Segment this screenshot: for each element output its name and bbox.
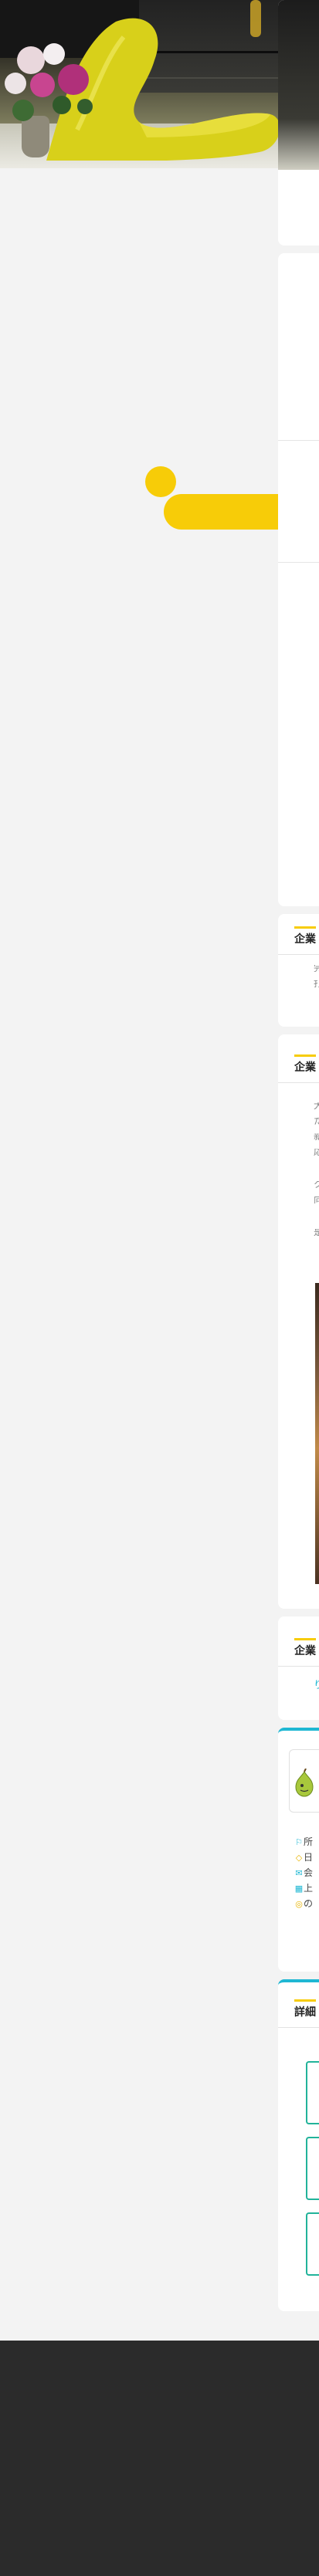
info-row-text: の (304, 1898, 314, 1909)
section-2-text-line: ク (314, 1181, 319, 1188)
section-1-title: 企業 (294, 933, 316, 946)
main-card-divider-1 (278, 440, 319, 441)
section-2-text-line: 新 (314, 1133, 319, 1140)
detail-item-box[interactable] (306, 2137, 319, 2200)
company-info-card: ⚐所 ◇ 日 ✉会 ▦上 ◎の (278, 1728, 319, 1972)
main-card-divider-2 (278, 562, 319, 563)
detail-item-box[interactable] (306, 2061, 319, 2124)
section-accent-bar (294, 1054, 316, 1057)
section-3-link[interactable]: り (314, 1677, 319, 1689)
decorative-yellow-dot (145, 466, 176, 497)
info-row-company: ✉会 (294, 1867, 319, 1879)
section-header-line (278, 2027, 319, 2028)
section-header-line (278, 1082, 319, 1083)
section-1-header: 企業 (278, 926, 319, 955)
company-section-3: 企業 り (278, 1616, 319, 1720)
info-row-listing: ▦上 (294, 1882, 319, 1894)
company-section-1: 企業 完 打 (278, 914, 319, 1027)
footer (0, 2341, 319, 2576)
mail-icon: ✉ (295, 1868, 303, 1878)
company-section-2: 企業 大 た 新 応 ク 向 是 (278, 1034, 319, 1609)
section-1-text-line: 打 (314, 980, 319, 987)
section-2-header: 企業 (278, 1054, 319, 1083)
info-row-location: ⚐所 (294, 1836, 319, 1848)
section-2-text-line: 是 (314, 1229, 319, 1236)
info-row-text: 会 (304, 1867, 314, 1878)
company-logo-box (289, 1749, 319, 1813)
info-row-date: ◇ 日 (294, 1851, 319, 1863)
pear-logo-icon (295, 1769, 314, 1797)
info-row-text: 所 (304, 1836, 314, 1847)
flowers-illustration (5, 43, 93, 121)
section-1-text-line: 完 (314, 965, 319, 972)
section-header-line (278, 1666, 319, 1667)
info-row-capital: ◎の (294, 1897, 319, 1910)
section-3-title: 企業 (294, 1645, 316, 1657)
coin-icon: ◎ (295, 1899, 303, 1909)
info-row-text: 日 (304, 1852, 314, 1863)
section-3-header: 企業 (278, 1638, 319, 1667)
tag-icon: ◇ (295, 1853, 303, 1863)
section-2-text-line: 大 (314, 1102, 319, 1109)
details-header: 詳細 (278, 1999, 319, 2028)
section-2-text-line: た (314, 1118, 319, 1125)
section-2-text-line: 向 (314, 1197, 319, 1203)
main-card (278, 253, 319, 906)
building-icon: ▦ (294, 1884, 304, 1894)
section-2-photo (315, 1283, 319, 1584)
info-row-text: 上 (304, 1883, 314, 1894)
details-card: 詳細 (278, 1979, 319, 2311)
section-accent-bar (294, 926, 316, 929)
detail-item-box[interactable] (306, 2212, 319, 2276)
top-card-image (278, 0, 319, 170)
section-header-line (278, 954, 319, 955)
top-card (278, 0, 319, 245)
section-2-text-line: 応 (314, 1149, 319, 1156)
section-2-title: 企業 (294, 1061, 316, 1074)
details-title: 詳細 (294, 2006, 316, 2019)
section-accent-bar (294, 1999, 316, 2002)
section-accent-bar (294, 1638, 316, 1640)
flag-icon: ⚐ (295, 1837, 303, 1847)
hero-image (0, 0, 319, 168)
